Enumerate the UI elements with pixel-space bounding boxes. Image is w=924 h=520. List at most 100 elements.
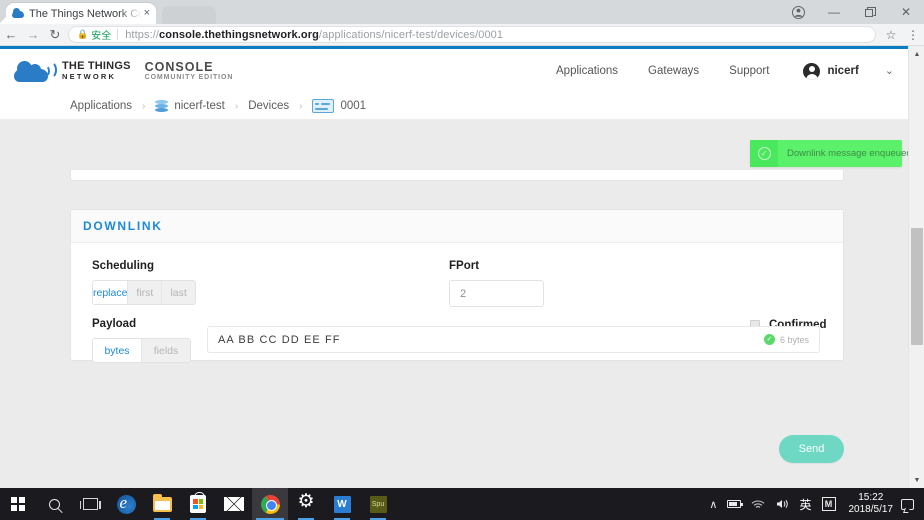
system-tray: ∧ 英 M 15:22 2018/5/17 <box>704 488 924 520</box>
scroll-down-arrow-icon[interactable]: ▼ <box>909 472 924 488</box>
payload-mode-bytes[interactable]: bytes <box>93 339 142 362</box>
user-name: nicerf <box>827 65 858 77</box>
store-icon <box>190 495 206 513</box>
page-viewport: THE THINGS NETWORK CONSOLE COMMUNITY EDI… <box>0 46 924 488</box>
profile-avatar-icon[interactable] <box>780 0 816 24</box>
browser-tab[interactable]: The Things Network Co × <box>6 3 156 24</box>
payload-field: Payload bytes fields <box>92 318 191 363</box>
page-scrollbar[interactable]: ▲ ▼ <box>908 46 924 488</box>
chrome-icon <box>261 495 280 514</box>
browser-tabstrip: The Things Network Co × — ✕ <box>0 0 924 24</box>
breadcrumb-item-device[interactable]: 0001 <box>340 100 366 112</box>
nav-item-applications[interactable]: Applications <box>556 65 618 77</box>
new-tab-button[interactable] <box>162 6 216 24</box>
chrome-button[interactable] <box>252 488 288 520</box>
minimize-button[interactable]: — <box>816 0 852 24</box>
ttn-logo[interactable]: THE THINGS NETWORK CONSOLE COMMUNITY EDI… <box>12 57 233 85</box>
tab-close-icon[interactable]: × <box>144 8 150 19</box>
breadcrumb-separator: › <box>235 101 238 112</box>
clock-time: 15:22 <box>849 492 894 505</box>
check-circle-icon: ✓ <box>764 334 775 345</box>
address-bar[interactable]: 🔒 安全 https://console.thethingsnetwork.or… <box>68 26 876 43</box>
breadcrumb-item-devices[interactable]: Devices <box>248 100 289 112</box>
cloud-favicon-icon <box>12 8 24 20</box>
payload-label: Payload <box>92 318 191 330</box>
back-button[interactable]: ← <box>0 24 22 46</box>
scheduling-option-last[interactable]: last <box>162 281 195 304</box>
security-label: 安全 <box>91 27 111 42</box>
close-button[interactable]: ✕ <box>888 0 924 24</box>
store-button[interactable] <box>180 488 216 520</box>
send-button[interactable]: Send <box>779 435 844 463</box>
action-center-icon[interactable] <box>901 499 914 510</box>
reload-button[interactable]: ↻ <box>44 24 66 46</box>
scroll-up-arrow-icon[interactable]: ▲ <box>909 46 924 62</box>
tray-app-icon[interactable]: M <box>822 497 836 511</box>
edge-button[interactable] <box>108 488 144 520</box>
toast-message: Downlink message enqueued <box>787 148 912 159</box>
search-button[interactable] <box>36 488 72 520</box>
fport-label: FPort <box>449 260 544 272</box>
payload-meta: ✓ 6 bytes <box>764 334 809 345</box>
check-circle-icon: ✓ <box>758 147 771 160</box>
omnibox-divider <box>117 29 118 40</box>
file-explorer-button[interactable] <box>144 488 180 520</box>
forward-button[interactable]: → <box>22 24 44 46</box>
window-controls: — ✕ <box>780 0 924 24</box>
windows-taskbar: W Spu ∧ 英 M 15:22 2018/5/17 <box>0 488 924 520</box>
cloud-logo-icon <box>12 57 58 85</box>
clock-date: 2018/5/17 <box>849 504 894 517</box>
word-app-button[interactable]: W <box>324 488 360 520</box>
kebab-menu-icon[interactable]: ⋮ <box>902 24 924 46</box>
scheduling-option-replace[interactable]: replace <box>93 281 128 304</box>
breadcrumb-item-application[interactable]: nicerf-test <box>174 100 225 112</box>
tray-overflow-icon[interactable]: ∧ <box>704 498 722 511</box>
spu-app-button[interactable]: Spu <box>360 488 396 520</box>
nav-item-support[interactable]: Support <box>729 65 769 77</box>
payload-size-text: 6 bytes <box>780 335 809 345</box>
star-icon[interactable]: ☆ <box>880 24 902 46</box>
gear-icon <box>298 496 315 513</box>
chevron-down-icon[interactable]: ⌄ <box>885 66 894 77</box>
payload-mode-fields[interactable]: fields <box>142 339 190 362</box>
downlink-card: DOWNLINK Scheduling replace first last F… <box>70 209 844 361</box>
lock-icon: 🔒 <box>77 29 88 40</box>
user-menu[interactable]: nicerf ⌄ <box>803 63 894 80</box>
downlink-card-header: DOWNLINK <box>71 210 843 243</box>
payload-value: AA BB CC DD EE FF <box>218 334 341 346</box>
word-app-icon: W <box>334 496 351 513</box>
nav-item-gateways[interactable]: Gateways <box>648 65 699 77</box>
clock[interactable]: 15:22 2018/5/17 <box>841 492 902 517</box>
fport-field: FPort 2 <box>449 260 544 307</box>
breadcrumb: Applications › nicerf-test › Devices › 0… <box>70 99 366 113</box>
url-text: https://console.thethingsnetwork.org/app… <box>125 29 503 41</box>
wifi-icon[interactable] <box>746 499 770 510</box>
avatar <box>803 63 820 80</box>
task-view-icon <box>83 498 98 510</box>
browser-toolbar: ← → ↻ 🔒 安全 https://console.thethingsnetw… <box>0 24 924 46</box>
battery-icon[interactable] <box>722 500 746 508</box>
console-subtitle: COMMUNITY EDITION <box>145 74 234 82</box>
mail-button[interactable] <box>216 488 252 520</box>
start-button[interactable] <box>0 488 36 520</box>
scheduling-label: Scheduling <box>92 260 196 272</box>
mail-icon <box>224 497 244 511</box>
application-stack-icon <box>155 100 168 113</box>
ime-language-indicator[interactable]: 英 <box>794 496 816 513</box>
scrollbar-thumb[interactable] <box>911 228 923 345</box>
volume-icon[interactable] <box>770 498 794 510</box>
settings-button[interactable] <box>288 488 324 520</box>
breadcrumb-item-applications[interactable]: Applications <box>70 100 132 112</box>
console-title: CONSOLE <box>145 60 234 74</box>
payload-input[interactable]: AA BB CC DD EE FF ✓ 6 bytes <box>207 326 820 353</box>
scheduling-segmented-control: replace first last <box>92 280 196 305</box>
maximize-button[interactable] <box>852 0 888 24</box>
previous-card-bottom-edge <box>70 170 844 181</box>
search-icon <box>49 499 60 510</box>
scheduling-option-first[interactable]: first <box>128 281 162 304</box>
fport-input[interactable]: 2 <box>449 280 544 307</box>
tab-title: The Things Network Co <box>29 8 142 20</box>
payload-mode-segmented-control: bytes fields <box>92 338 191 363</box>
task-view-button[interactable] <box>72 488 108 520</box>
breadcrumb-separator: › <box>142 101 145 112</box>
